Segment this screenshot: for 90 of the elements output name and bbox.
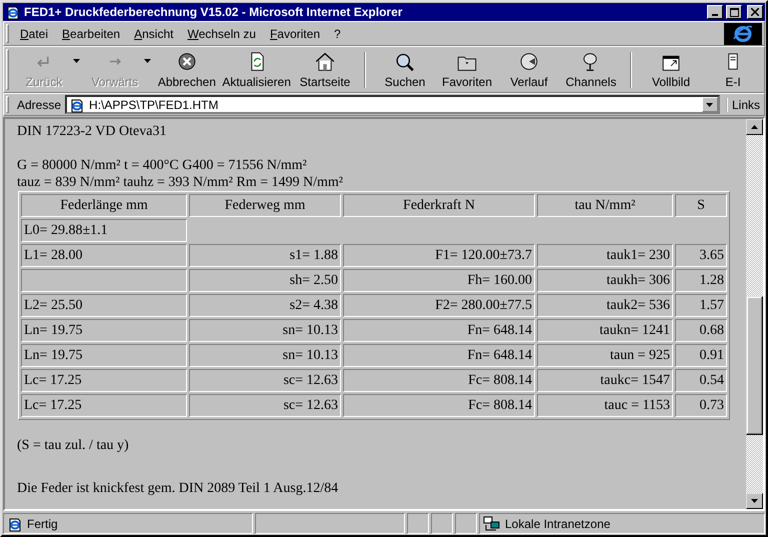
table-cell: Fn= 648.14 (343, 344, 535, 367)
scroll-thumb[interactable] (746, 296, 763, 435)
menu-item[interactable]: Bearbeiten (55, 24, 128, 44)
table-cell: Fc= 808.14 (343, 369, 535, 392)
table-cell: L0= 29.88±1.1 (21, 219, 187, 242)
dropdown-caret-icon[interactable] (144, 58, 151, 62)
table-cell: sc= 12.63 (189, 369, 341, 392)
table-cell: Fn= 648.14 (343, 319, 535, 342)
links-button[interactable]: Links (726, 98, 764, 112)
table-cell: L1= 28.00 (21, 244, 187, 267)
status-text: Fertig (27, 516, 58, 530)
table-cell: Lc= 17.25 (21, 369, 187, 392)
close-icon (751, 8, 759, 16)
table-cell: Fc= 808.14 (343, 394, 535, 417)
table-cell: 0.91 (675, 344, 727, 367)
table-cell: taukc= 1547 (537, 369, 673, 392)
table-cell: s1= 1.88 (189, 244, 341, 267)
note-text: (S = tau zul. / tau y) (17, 437, 130, 454)
toolbar-button[interactable]: E-I (702, 48, 764, 90)
page-icon (69, 96, 86, 112)
menu-item[interactable]: Favoriten (262, 24, 327, 44)
address-label: Adresse (16, 98, 62, 112)
table-cell: sn= 10.13 (189, 319, 341, 342)
address-field[interactable]: H:\APPS\TP\FED1.HTM (65, 95, 720, 114)
down-arrow-icon (751, 499, 758, 503)
vertical-scrollbar[interactable] (746, 119, 763, 509)
parameter-text: tauz = 839 N/mm² tauhz = 393 N/mm² Rm = 1499 N/mm² (17, 174, 344, 191)
table-cell: sn= 10.13 (189, 344, 341, 367)
column-header: tau N/mm² (537, 194, 673, 217)
table-cell: F1= 120.00±73.7 (343, 244, 535, 267)
toolbar-button[interactable]: Vollbild (640, 48, 702, 90)
envelope-icon (727, 52, 739, 70)
column-header: Federkraft N (343, 194, 535, 217)
table-cell: sc= 12.63 (189, 394, 341, 417)
table-cell: Ln= 19.75 (21, 319, 187, 342)
table-cell: 1.57 (675, 294, 727, 317)
scroll-down-button[interactable] (746, 493, 763, 509)
footer-text: Die Feder ist knickfest gem. DIN 2089 Teil 1 Ausg.12/84 (17, 480, 340, 497)
table-cell: L2= 25.50 (21, 294, 187, 317)
toolbar-button[interactable]: Favoriten (436, 48, 498, 90)
table-cell: 0.68 (675, 319, 727, 342)
table-cell: tauk2= 536 (537, 294, 673, 317)
table-cell: taun = 925 (537, 344, 673, 367)
toolbar-button[interactable]: Suchen (374, 48, 436, 90)
maximize-icon (730, 8, 738, 16)
minimize-icon (712, 14, 718, 16)
table-cell: taukh= 306 (537, 269, 673, 292)
browser-logo-icon (724, 22, 762, 44)
minimize-button[interactable] (707, 5, 723, 19)
table-cell: s2= 4.38 (189, 294, 341, 317)
table-cell: F2= 280.00±77.5 (343, 294, 535, 317)
table-cell: sh= 2.50 (189, 269, 341, 292)
status-panel (455, 513, 477, 534)
window-title: FED1+ Druckfederberechnung V15.02 - Microsoft Internet Explorer (24, 5, 404, 19)
toolbar-button[interactable]: Verlauf (498, 48, 560, 90)
page-icon (7, 516, 23, 532)
close-button[interactable] (747, 5, 763, 19)
status-panel (431, 513, 453, 534)
dropdown-caret-icon[interactable] (72, 58, 80, 62)
toolbar-button[interactable]: Aktualisieren (219, 48, 294, 90)
dropdown-caret-icon[interactable] (702, 97, 718, 112)
toolbar-button[interactable]: Abbrechen (154, 48, 220, 90)
menu-item[interactable]: Wechseln zu (180, 24, 263, 44)
table-cell: 3.65 (675, 244, 727, 267)
menu-item[interactable]: Ansicht (127, 24, 180, 44)
table-cell: Ln= 19.75 (21, 344, 187, 367)
table-cell: Lc= 17.25 (21, 394, 187, 417)
toolbar-button[interactable]: Startseite (294, 48, 356, 90)
table-cell: tauc = 1153 (537, 394, 673, 417)
table-cell: Fh= 160.00 (343, 269, 535, 292)
menu-item[interactable]: Datei (13, 24, 56, 44)
back-arrow-icon (36, 56, 52, 66)
column-header: Federlänge mm (21, 194, 187, 217)
column-header: S (675, 194, 727, 217)
table-cell: taukn= 1241 (537, 319, 673, 342)
table-cell: 0.54 (675, 369, 727, 392)
toolbar-button[interactable]: Channels (560, 48, 622, 90)
table-cell: 0.73 (675, 394, 727, 417)
table-cell: 1.28 (675, 269, 727, 292)
status-panel (407, 513, 429, 534)
maximize-button[interactable] (726, 5, 742, 19)
column-header: Federweg mm (189, 194, 341, 217)
menu-item[interactable]: ? (327, 24, 348, 44)
scroll-up-button[interactable] (746, 119, 763, 135)
zone-text: Lokale Intranetzone (505, 516, 610, 530)
table-cell: tauk1= 230 (537, 244, 673, 267)
parameter-text: G = 80000 N/mm² t = 400°C G400 = 71556 N/mm² (17, 157, 308, 174)
up-arrow-icon (751, 125, 758, 129)
network-computers-icon (483, 516, 501, 532)
heading-text: DIN 17223-2 VD Oteva31 (17, 123, 168, 140)
